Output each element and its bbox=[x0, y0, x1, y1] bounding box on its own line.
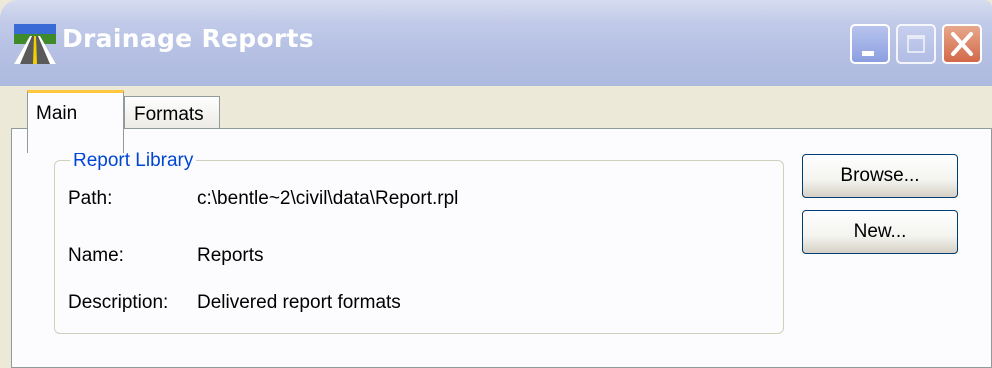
window-title: Drainage Reports bbox=[62, 24, 314, 53]
maximize-button[interactable] bbox=[896, 24, 936, 64]
path-label: Path: bbox=[68, 188, 113, 209]
path-value: c:\bentle~2\civil\data\Report.rpl bbox=[197, 188, 459, 209]
close-button[interactable] bbox=[942, 24, 982, 64]
minimize-icon bbox=[862, 51, 874, 56]
name-value: Reports bbox=[197, 245, 264, 266]
description-value: Delivered report formats bbox=[197, 292, 401, 313]
browse-button[interactable]: Browse... bbox=[802, 154, 958, 198]
minimize-button[interactable] bbox=[850, 24, 890, 64]
tab-main-label: Main bbox=[36, 103, 78, 124]
tab-formats-label: Formats bbox=[134, 104, 204, 125]
description-label: Description: bbox=[68, 292, 169, 313]
tab-main[interactable]: Main bbox=[27, 90, 124, 153]
new-button[interactable]: New... bbox=[802, 210, 958, 254]
tab-formats[interactable]: Formats bbox=[124, 96, 220, 129]
close-icon bbox=[951, 32, 973, 56]
title-bar[interactable]: Drainage Reports bbox=[0, 0, 992, 86]
maximize-icon bbox=[907, 35, 925, 53]
name-label: Name: bbox=[68, 245, 124, 266]
road-icon bbox=[14, 24, 56, 64]
report-library-legend: Report Library bbox=[70, 150, 197, 172]
drainage-reports-window: Drainage Reports Main Formats Report Lib… bbox=[0, 0, 992, 368]
